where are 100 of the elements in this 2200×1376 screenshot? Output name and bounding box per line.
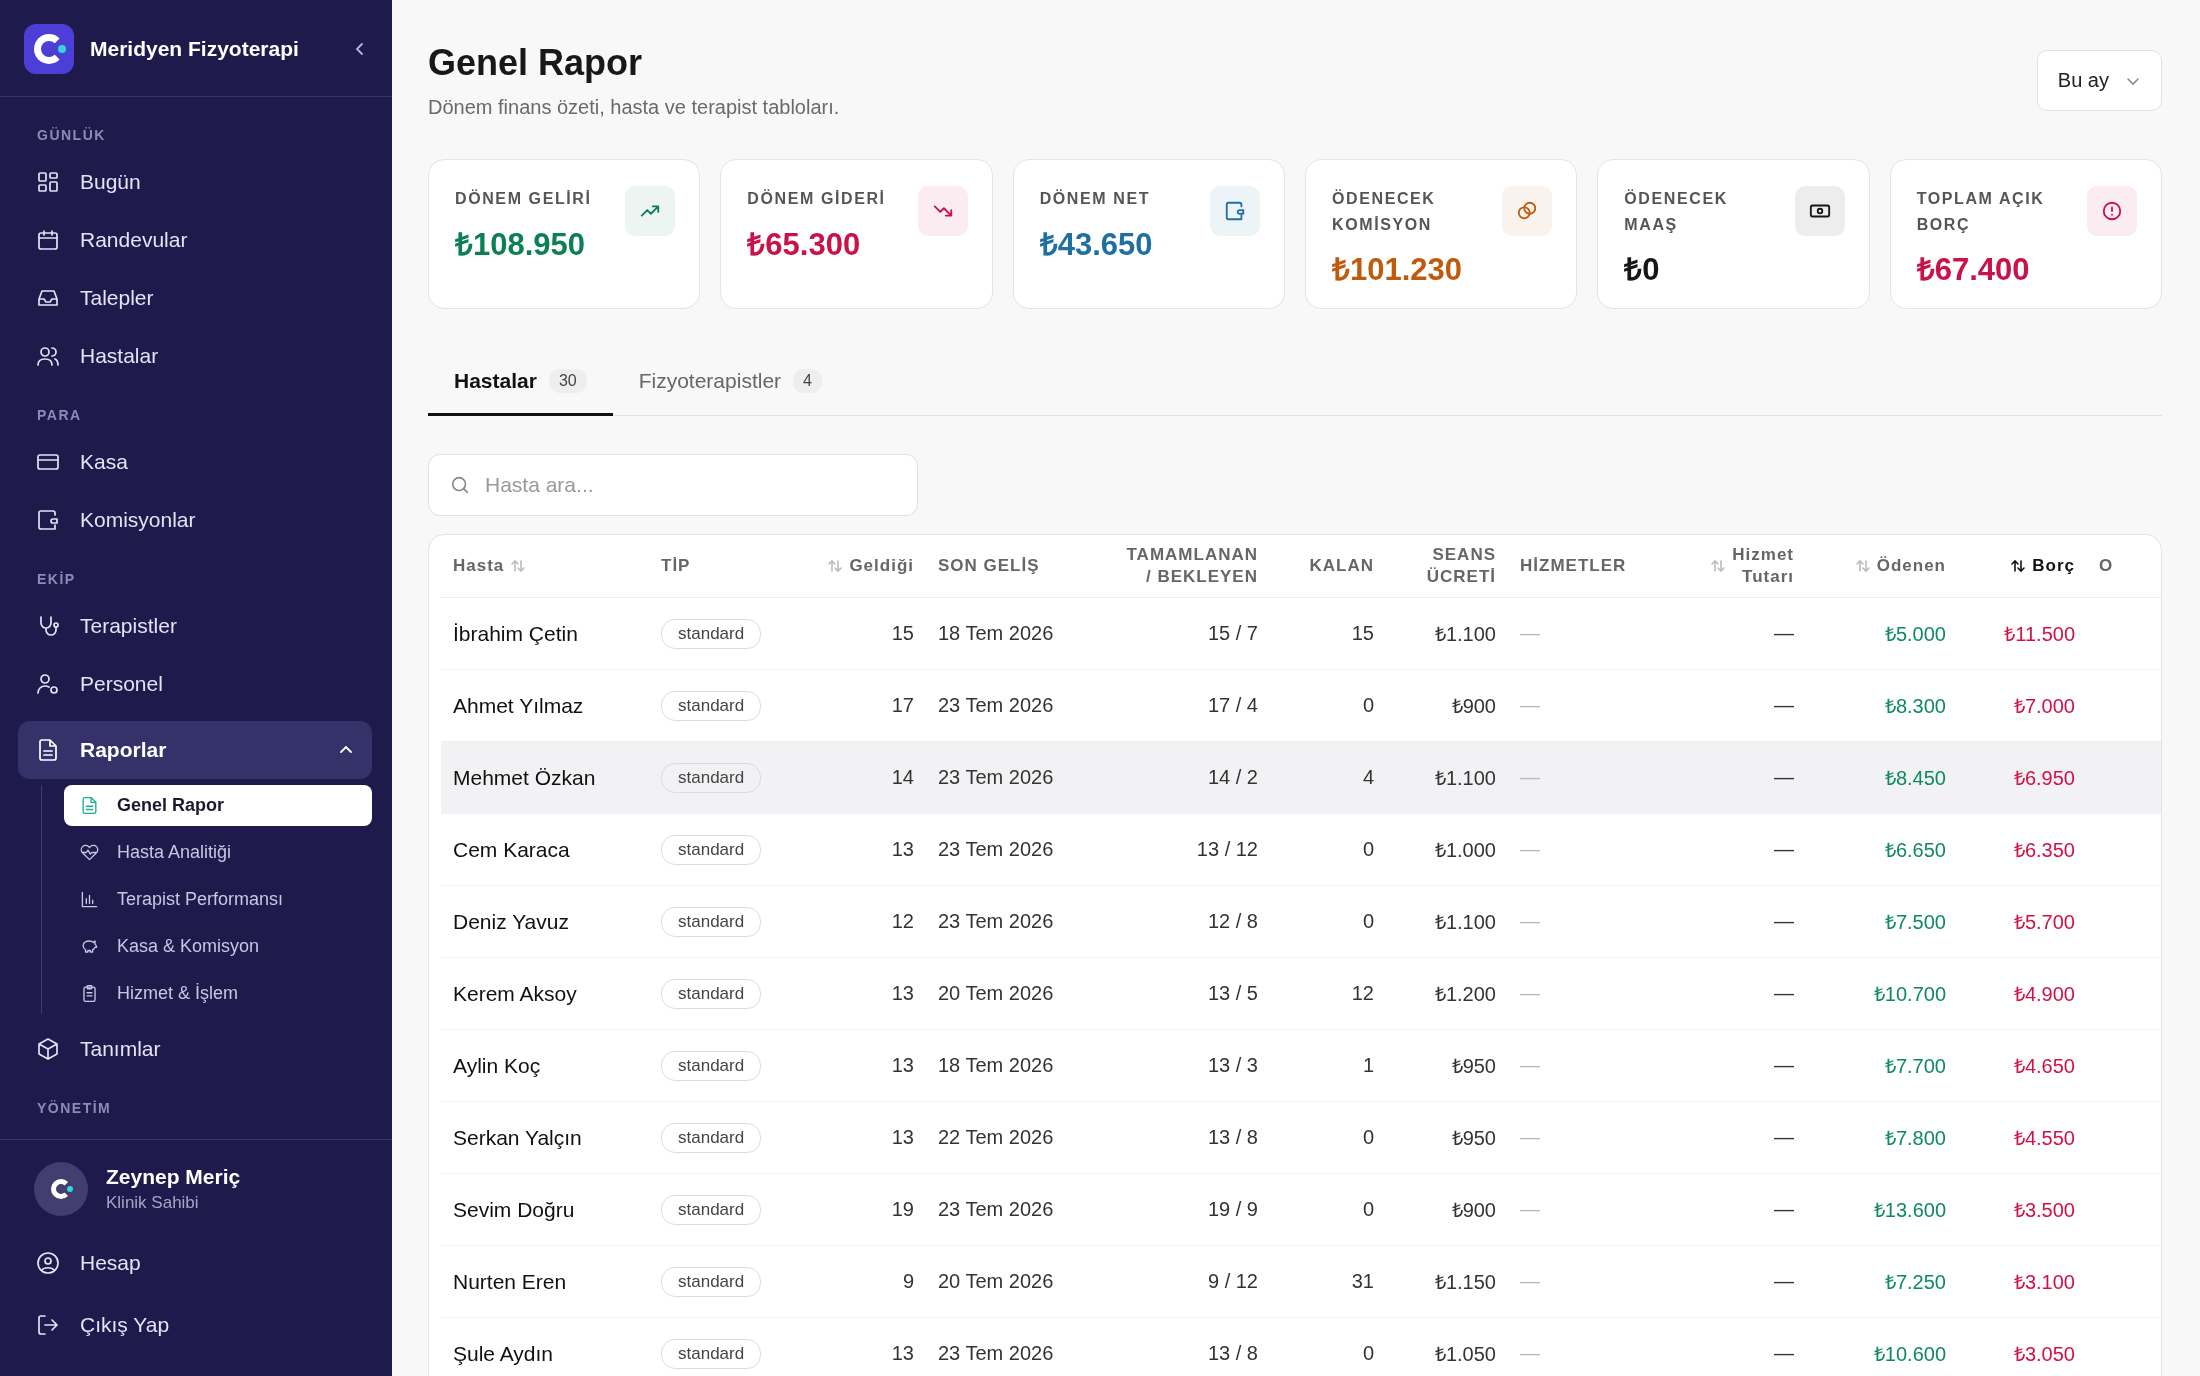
table-cell: 20 Tem 2026 [938,1270,1054,1293]
table-cell-text: ₺950 [1451,1054,1496,1079]
period-dropdown[interactable]: Bu ay [2036,50,2162,111]
type-badge: standard [661,1338,762,1369]
table-cell: — [1774,694,1794,717]
table-cell: — [1520,838,1540,861]
table-cell: 20 Tem 2026 [938,982,1054,1005]
table-cell: 0 [1362,838,1374,861]
search-input[interactable]: Hasta ara... [485,455,897,515]
nav-item[interactable]: Kasa [18,433,372,491]
tab[interactable]: Hastalar 30 [428,355,613,416]
debt-amount: ₺7.000 [2013,694,2075,719]
piggy-bank-icon [80,937,99,956]
avatar [34,1162,88,1216]
table-cell: — [1774,1126,1794,1149]
column-header[interactable]: Hizmet Tutarı [1710,543,1794,589]
table-cell: — [1774,1270,1794,1293]
nav-subitem[interactable]: Genel Rapor [64,785,372,826]
table-cell: — [1520,1198,1540,1221]
type-badge: standard [661,906,762,937]
nav-item[interactable]: Personel [18,655,372,713]
table-cell: 17 [891,694,914,717]
nav-item[interactable]: Terapistler [18,597,372,655]
column-header[interactable]: Hasta [453,554,527,578]
nav-subitem[interactable]: Hasta Analitiği [64,832,372,873]
column-header: O [2099,554,2114,577]
debt-amount: ₺6.350 [2013,838,2075,863]
table-cell: 0 [1362,910,1374,933]
type-badge: standard [661,618,762,649]
table-cell: 0 [1362,1342,1374,1365]
table-cell: 4 [1362,766,1374,789]
page-subtitle: Dönem finans özeti, hasta ve terapist tabloları. [428,96,840,119]
type-badge: standard [661,762,762,793]
table-cell: 19 [891,1198,914,1221]
nav-item[interactable]: Hastalar [18,327,372,385]
column-header[interactable]: Borç [2010,554,2075,578]
table-cell: 13 [891,1126,914,1149]
paid-amount: ₺13.600 [1873,1198,1946,1223]
nav-item[interactable]: Hesap [18,1234,372,1292]
debt-amount: ₺5.700 [2013,910,2075,935]
search-icon [449,474,471,496]
count-badge: 30 [548,369,587,393]
nav-item[interactable]: Randevular [18,211,372,269]
table-cell: 13 / 3 [1207,1054,1258,1077]
nav-item[interactable]: Bugün [18,153,372,211]
table-cell-text: ₺1.000 [1434,838,1496,863]
paid-amount: ₺6.650 [1884,838,1946,863]
table-cell-text: ₺1.100 [1434,622,1496,647]
stat-value: ₺65.300 [747,225,862,264]
column-header[interactable]: Geldiği [827,554,914,578]
table-cell: 9 / 12 [1207,1270,1258,1293]
patient-name: İbrahim Çetin [453,621,578,646]
column-header[interactable]: Ödenen [1854,554,1946,578]
nav-item[interactable]: Tanımlar [18,1020,372,1078]
nav-item[interactable]: Komisyonlar [18,491,372,549]
table-cell: 13 / 12 [1196,838,1258,861]
patient-name: Nurten Eren [453,1269,567,1294]
section-label: PARA [36,406,83,425]
table-cell: 31 [1351,1270,1374,1293]
table-cell: — [1520,1342,1540,1365]
nav-subitem[interactable]: Terapist Performansı [64,879,372,920]
nav-item[interactable]: Raporlar [18,721,372,779]
table-cell: 17 / 4 [1207,694,1258,717]
tab[interactable]: Fizyoterapistler 4 [612,355,848,416]
paid-amount: ₺8.300 [1884,694,1946,719]
paid-amount: ₺7.500 [1884,910,1946,935]
nav-item[interactable]: Çıkış Yap [18,1296,372,1354]
patient-name: Cem Karaca [453,837,570,862]
patient-name: Serkan Yalçın [453,1125,582,1150]
paid-amount: ₺10.700 [1873,982,1946,1007]
column-header: HİZMETLER [1520,554,1627,577]
nav-subitem[interactable]: Hizmet & İşlem [64,973,372,1014]
search-field[interactable]: Hasta ara... [428,454,918,516]
page-title: Genel Rapor [428,42,644,84]
debt-amount: ₺3.500 [2013,1198,2075,1223]
table-cell: 0 [1362,694,1374,717]
type-badge: standard [661,1050,762,1081]
paid-amount: ₺5.000 [1884,622,1946,647]
table-cell: — [1520,694,1540,717]
table-cell: — [1774,982,1794,1005]
user-gear-icon [36,672,60,696]
document-icon [36,738,60,762]
table-cell: 23 Tem 2026 [938,838,1054,861]
column-header: KALAN [1309,554,1374,577]
table-cell: 23 Tem 2026 [938,910,1054,933]
patient-name: Sevim Doğru [453,1197,575,1222]
debt-amount: ₺4.900 [2013,982,2075,1007]
stat-label: ÖDENECEK MAAŞ [1624,188,1729,235]
stat-label: ÖDENECEK KOMİSYON [1332,188,1437,235]
grid-icon [36,170,60,194]
nav-item[interactable]: Talepler [18,269,372,327]
heart-pulse-icon [80,843,99,862]
table-cell-text: ₺900 [1451,1198,1496,1223]
alert-icon [2087,186,2137,236]
nav-subitem[interactable]: Kasa & Komisyon [64,926,372,967]
table-cell-text: ₺950 [1451,1126,1496,1151]
section-label: YÖNETİM [36,1099,113,1118]
table-cell: — [1774,1198,1794,1221]
column-header: TAMAMLANAN / BEKLEYEN [1126,543,1258,588]
table-cell: — [1774,838,1794,861]
